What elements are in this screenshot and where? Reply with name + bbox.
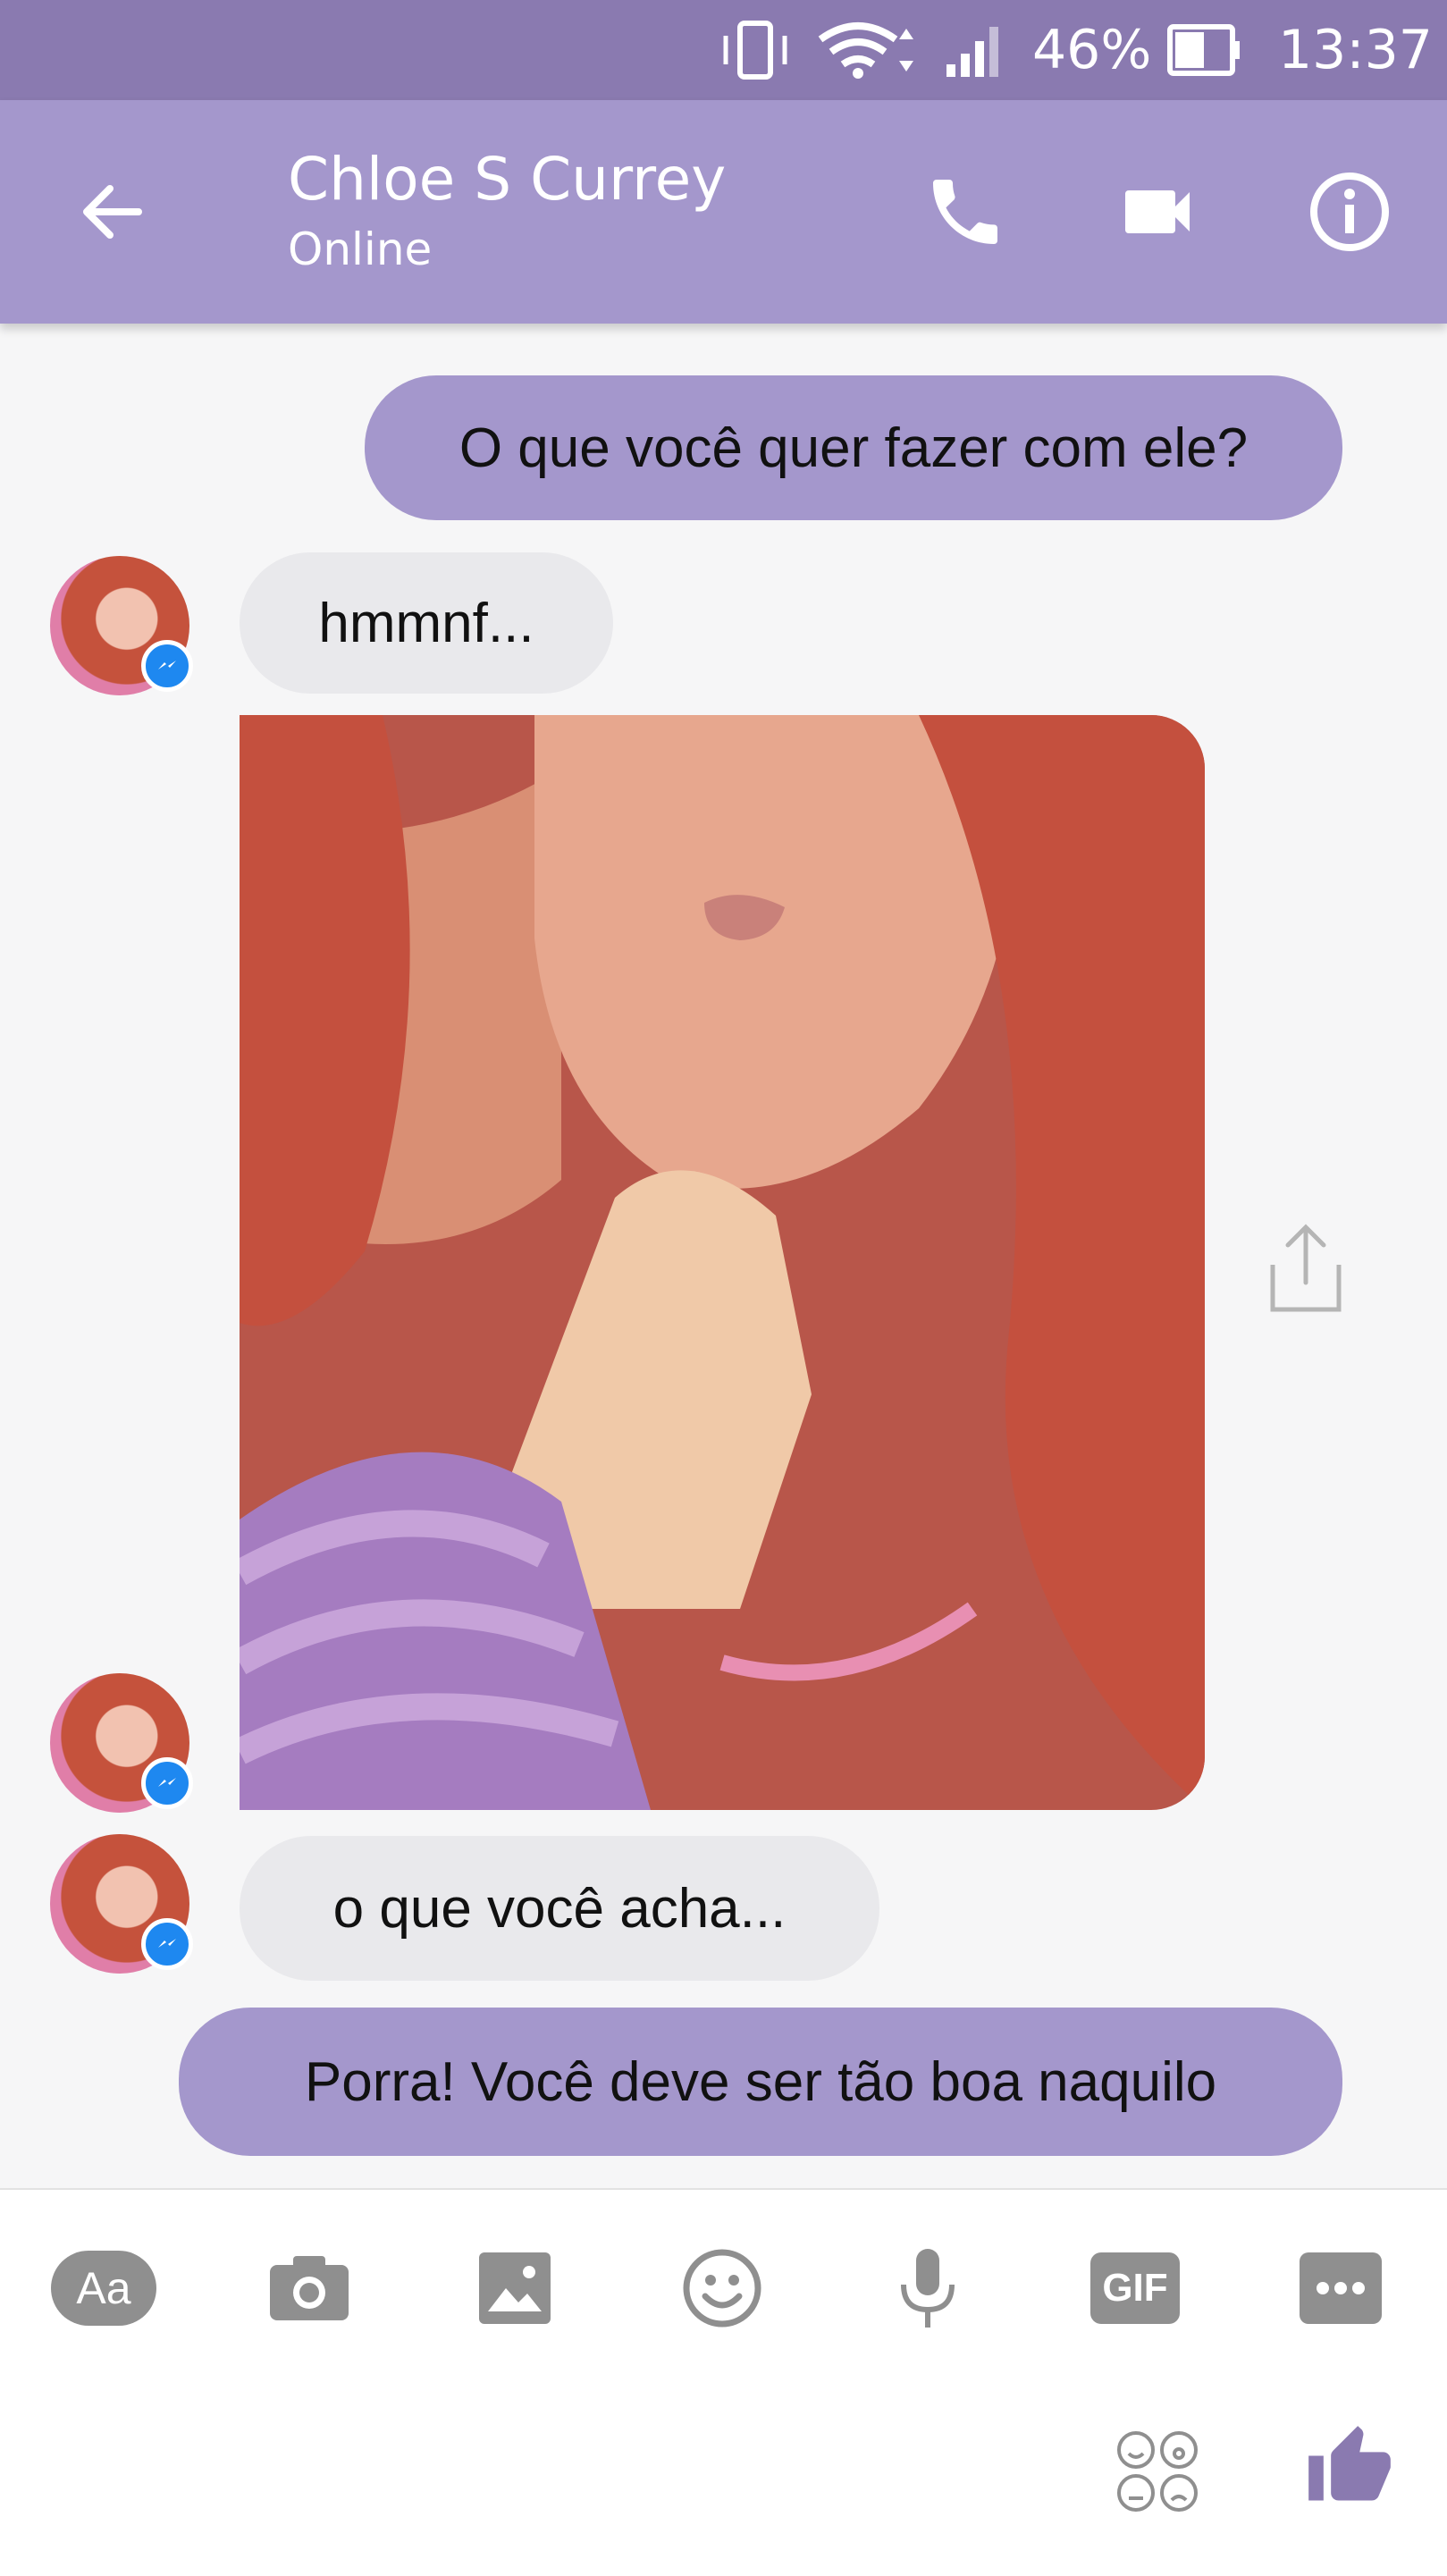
gallery-icon bbox=[479, 2252, 551, 2324]
message-text: hmmnf... bbox=[318, 592, 534, 654]
conversation-header: Chloe S Currey Online bbox=[0, 100, 1447, 324]
battery-percent: 46% bbox=[1032, 19, 1152, 81]
gif-icon: GIF bbox=[1090, 2252, 1180, 2324]
message-text: O que você quer fazer com ele? bbox=[458, 417, 1249, 479]
vibrate-icon bbox=[715, 20, 795, 80]
shared-illustration bbox=[240, 715, 1205, 1810]
camera-button[interactable] bbox=[256, 2243, 363, 2333]
battery-icon bbox=[1166, 20, 1243, 80]
microphone-icon bbox=[901, 2249, 955, 2328]
reactions-icon bbox=[1117, 2431, 1198, 2512]
message-text: Porra! Você deve ser tão boa naquilo bbox=[304, 2050, 1217, 2113]
voice-message-button[interactable] bbox=[874, 2243, 981, 2333]
phone-icon bbox=[933, 180, 997, 244]
message-text: o que você acha... bbox=[332, 1877, 787, 1940]
status-bar: 46% 13:37 bbox=[0, 0, 1447, 100]
more-icon bbox=[1300, 2252, 1382, 2324]
messenger-icon bbox=[141, 1757, 193, 1809]
incoming-message[interactable]: o que você acha... bbox=[240, 1836, 879, 1981]
signal-icon bbox=[943, 20, 1014, 80]
contact-name[interactable]: Chloe S Currey bbox=[288, 145, 726, 214]
outgoing-message[interactable]: Porra! Você deve ser tão boa naquilo bbox=[179, 2008, 1342, 2156]
back-button[interactable] bbox=[63, 163, 161, 261]
gallery-button[interactable] bbox=[461, 2243, 568, 2333]
wifi-icon bbox=[813, 20, 921, 80]
video-call-button[interactable] bbox=[1104, 163, 1211, 261]
conversation-info-button[interactable] bbox=[1296, 163, 1403, 261]
more-options-button[interactable] bbox=[1287, 2243, 1394, 2333]
emoji-icon bbox=[683, 2249, 761, 2328]
share-button[interactable] bbox=[1257, 1216, 1355, 1323]
voice-call-button[interactable] bbox=[912, 163, 1019, 261]
arrow-left-icon bbox=[83, 185, 142, 239]
gif-button[interactable]: GIF bbox=[1081, 2243, 1189, 2333]
video-camera-icon bbox=[1125, 190, 1190, 233]
like-button[interactable] bbox=[1296, 2413, 1403, 2521]
avatar[interactable] bbox=[50, 1834, 193, 1974]
messenger-icon bbox=[141, 640, 193, 692]
clock: 13:37 bbox=[1278, 19, 1433, 81]
thumbs-up-icon bbox=[1308, 2426, 1391, 2501]
reactions-button[interactable] bbox=[1108, 2422, 1207, 2521]
image-message[interactable] bbox=[240, 715, 1205, 1810]
info-icon bbox=[1310, 173, 1389, 251]
share-icon bbox=[1270, 1224, 1342, 1312]
incoming-message[interactable]: hmmnf... bbox=[240, 552, 613, 694]
text-input-button[interactable]: Aa bbox=[50, 2243, 157, 2333]
camera-icon bbox=[270, 2256, 349, 2320]
messenger-icon bbox=[141, 1918, 193, 1970]
outgoing-message[interactable]: O que você quer fazer com ele? bbox=[365, 375, 1342, 520]
text-icon: Aa bbox=[51, 2251, 156, 2326]
presence-status: Online bbox=[288, 223, 433, 275]
avatar[interactable] bbox=[50, 556, 193, 695]
emoji-button[interactable] bbox=[669, 2243, 776, 2333]
avatar[interactable] bbox=[50, 1673, 193, 1813]
